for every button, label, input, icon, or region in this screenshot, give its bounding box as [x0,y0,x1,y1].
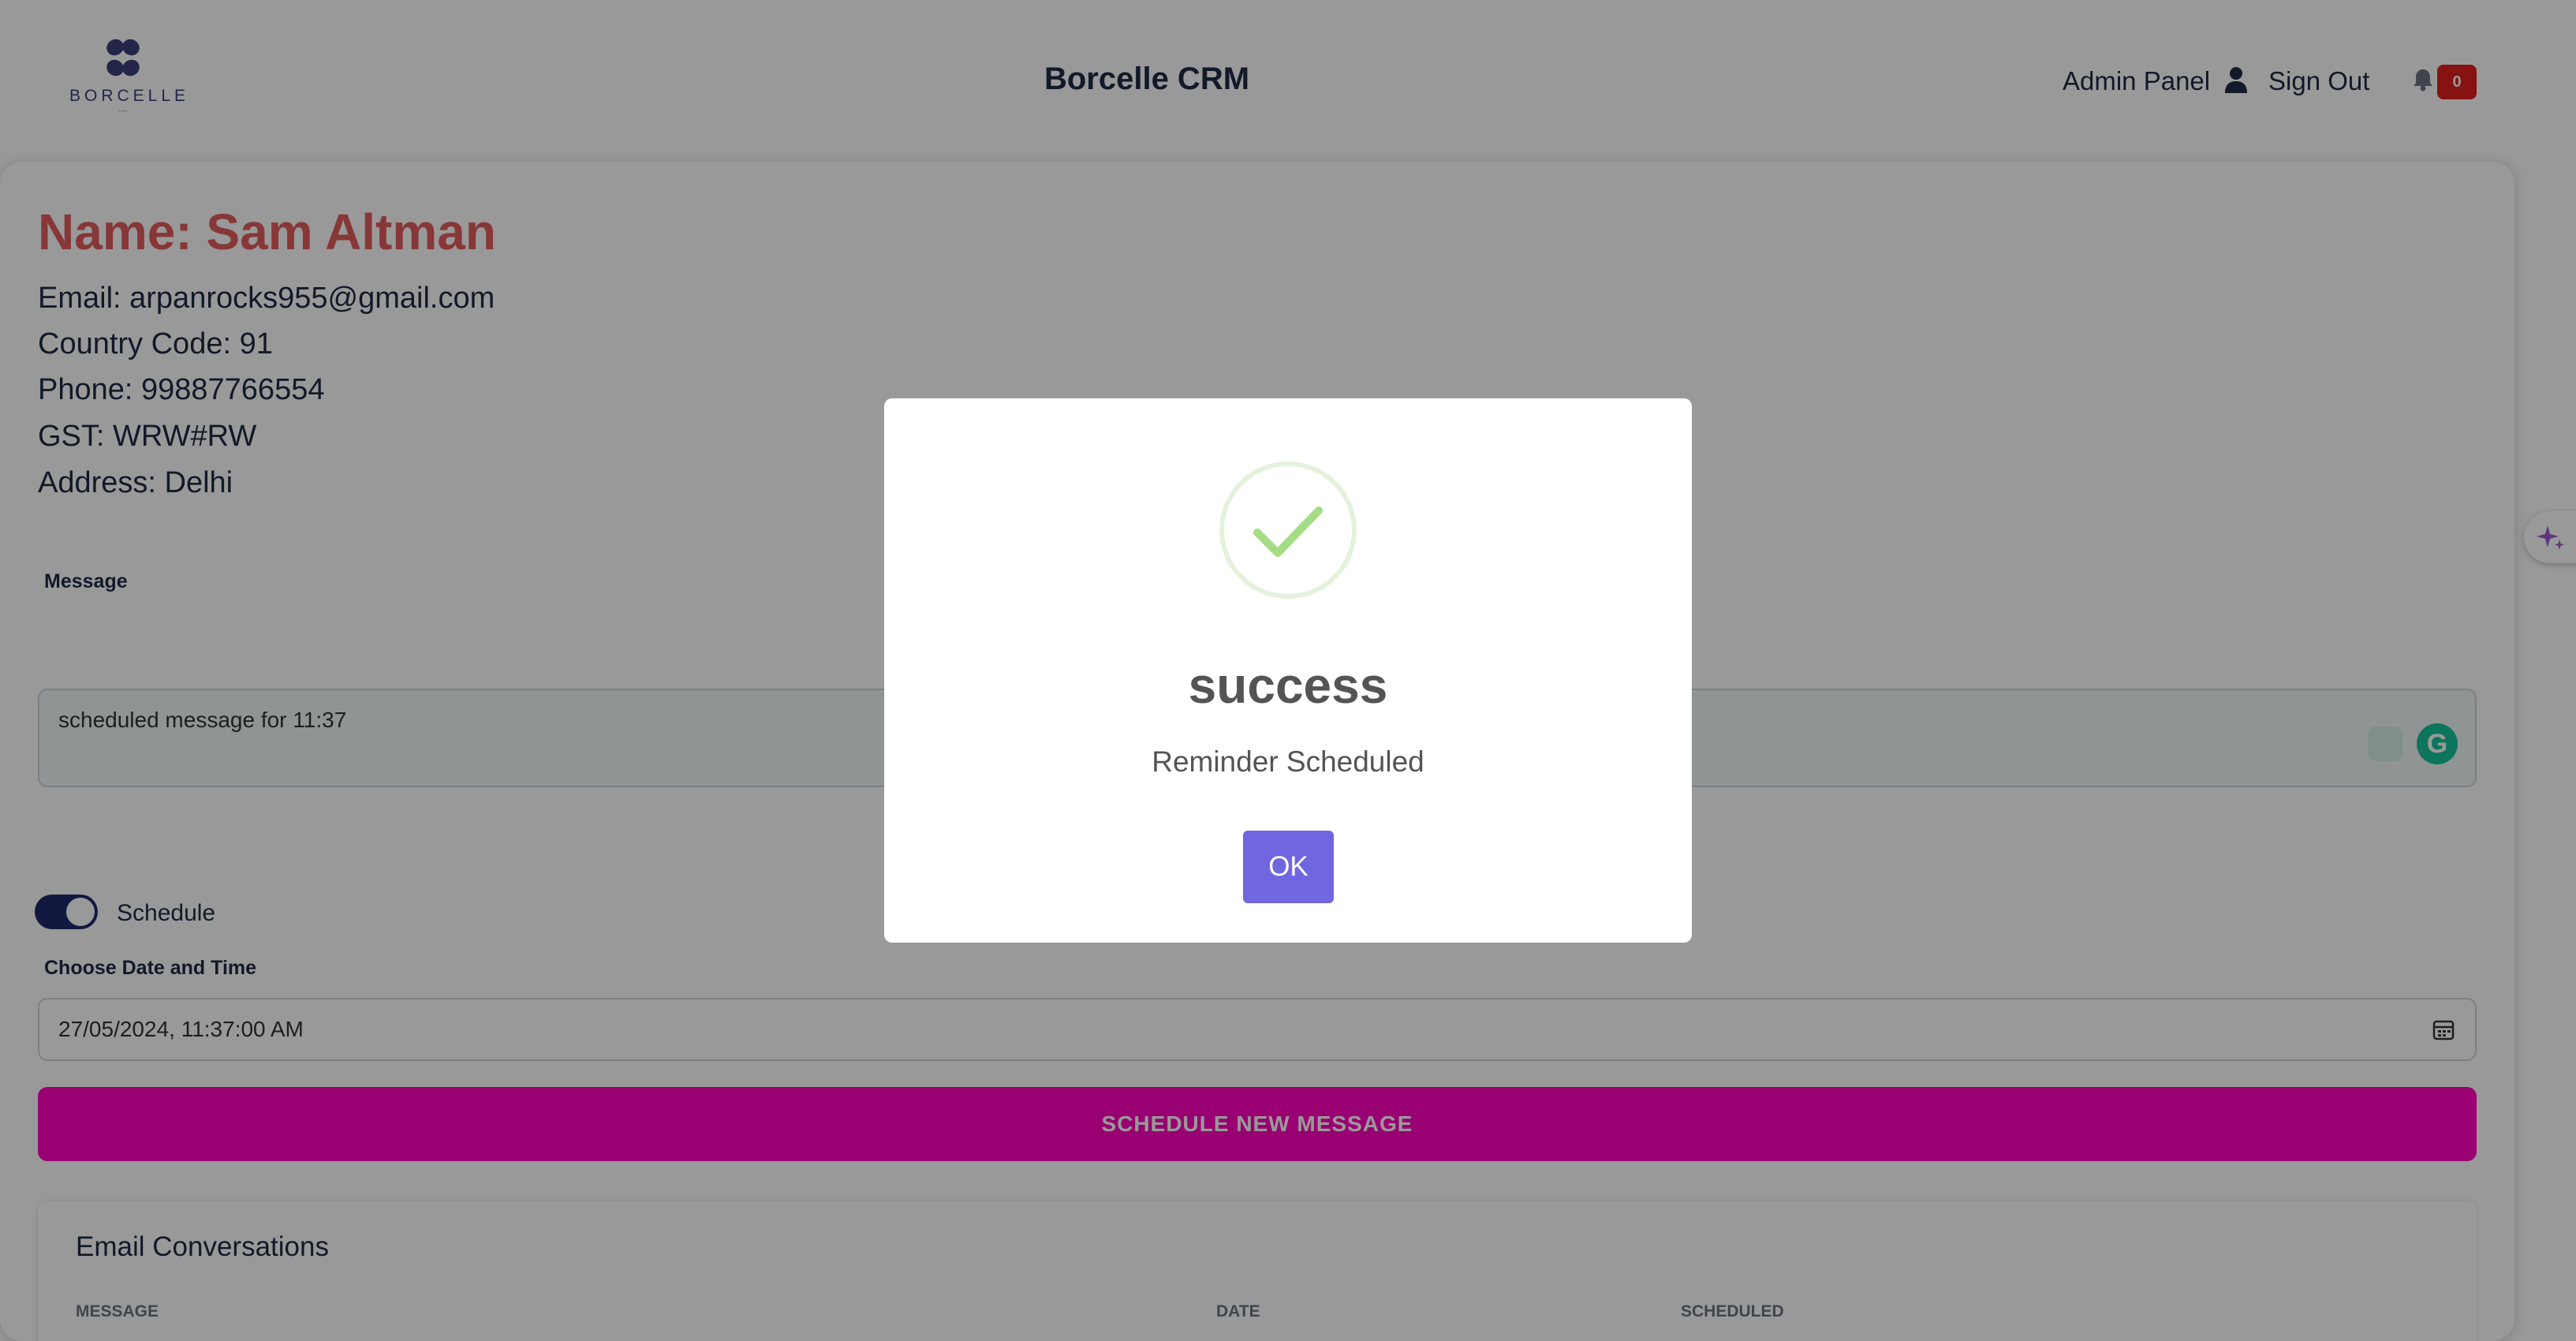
dialog-message: Reminder Scheduled [1152,745,1424,778]
success-check-icon [1219,461,1357,599]
ok-button[interactable]: OK [1243,831,1334,903]
modal-backdrop[interactable]: success Reminder Scheduled OK [0,0,2576,1341]
dialog-title: success [1188,657,1388,714]
success-dialog: success Reminder Scheduled OK [884,398,1692,943]
